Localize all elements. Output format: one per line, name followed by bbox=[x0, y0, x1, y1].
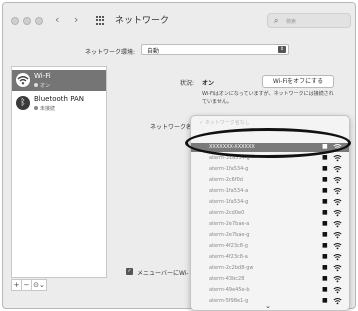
service-list: Wi-Fi オン ᛒ Bluetooth PAN 未接続 bbox=[11, 66, 107, 278]
lock-icon: ■ bbox=[322, 154, 328, 161]
window-title: ネットワーク bbox=[115, 16, 170, 26]
search-field[interactable]: ⌕ 検索 bbox=[267, 13, 351, 28]
back-button[interactable]: ‹ bbox=[55, 13, 59, 26]
network-name: aterm-5f98e1-g bbox=[209, 298, 249, 304]
location-value: 自動 bbox=[147, 48, 160, 55]
status-dot-icon bbox=[34, 106, 38, 110]
network-name: aterm-2cd0e0 bbox=[209, 210, 245, 216]
network-name: aterm-2e7bae-a bbox=[209, 221, 250, 227]
network-list-item[interactable]: aterm-1fa534-g ■ bbox=[191, 198, 349, 207]
status-dot-icon bbox=[34, 83, 38, 87]
lock-icon: ■ bbox=[322, 231, 328, 238]
menubar-checkbox[interactable]: ✓ bbox=[126, 268, 133, 275]
wifi-signal-icon bbox=[333, 286, 342, 294]
network-list-item[interactable]: aterm-2c2bd8-gw ■ bbox=[191, 264, 349, 273]
network-list-item[interactable]: aterm-2e7bae-a ■ bbox=[191, 220, 349, 229]
select-arrows-icon: ⇕ bbox=[278, 46, 286, 53]
wifi-signal-icon bbox=[333, 176, 342, 184]
lock-icon: ■ bbox=[322, 198, 328, 205]
sidebar-item-label: Wi-Fi bbox=[34, 72, 51, 80]
zoom-button[interactable] bbox=[35, 17, 43, 25]
lock-icon: ■ bbox=[322, 297, 328, 304]
turn-wifi-off-button[interactable]: Wi-Fiをオフにする bbox=[262, 75, 334, 88]
search-icon: ⌕ bbox=[274, 16, 279, 25]
network-name: aterm-43bc28 bbox=[209, 276, 245, 282]
wifi-signal-icon bbox=[333, 198, 342, 206]
location-label: ネットワーク環境: bbox=[85, 49, 136, 56]
network-list-item[interactable]: aterm-49e45e-b ■ bbox=[191, 286, 349, 295]
highlight-annotation bbox=[185, 128, 351, 158]
network-list-item[interactable]: aterm-2c6f0d ■ bbox=[191, 176, 349, 185]
bluetooth-icon: ᛒ bbox=[16, 96, 30, 110]
action-menu-button[interactable]: ⊙⌄ bbox=[31, 279, 47, 291]
search-placeholder: 検索 bbox=[286, 19, 297, 25]
network-name: aterm-2c6f0d bbox=[209, 177, 243, 183]
titlebar: ‹ › ネットワーク ⌕ 検索 bbox=[3, 3, 355, 37]
network-name: aterm-49e45e-b bbox=[209, 287, 250, 293]
network-list-item[interactable]: aterm-43bc28 ■ bbox=[191, 275, 349, 284]
network-name: aterm-1fa534-g bbox=[209, 166, 249, 172]
minimize-button[interactable] bbox=[23, 17, 31, 25]
wifi-signal-icon bbox=[333, 297, 342, 305]
sidebar-item-status: 未接続 bbox=[34, 105, 55, 112]
network-list-item[interactable]: aterm-2cd0e0 ■ bbox=[191, 209, 349, 218]
network-name: aterm-1fa534-a bbox=[209, 188, 249, 194]
status-label: 状況: bbox=[180, 80, 195, 87]
wifi-signal-icon bbox=[333, 264, 342, 272]
wifi-icon bbox=[16, 73, 30, 87]
status-text: オン bbox=[40, 83, 51, 89]
show-all-grid-icon[interactable] bbox=[96, 16, 106, 25]
sidebar-item-bluetooth-pan[interactable]: ᛒ Bluetooth PAN 未接続 bbox=[12, 93, 106, 114]
network-name: aterm-2e7bae-g bbox=[209, 232, 250, 238]
lock-icon: ■ bbox=[322, 187, 328, 194]
location-select[interactable]: 自動 ⇕ bbox=[141, 44, 289, 55]
network-name: aterm-4f23c8-a bbox=[209, 254, 248, 260]
network-list-item[interactable]: aterm-1fa534-g ■ bbox=[191, 165, 349, 174]
lock-icon: ■ bbox=[322, 220, 328, 227]
wifi-signal-icon bbox=[333, 220, 342, 228]
network-name: aterm-1fa534-g bbox=[209, 199, 249, 205]
wifi-signal-icon bbox=[333, 154, 342, 162]
scroll-down-icon[interactable]: ⌄ bbox=[265, 302, 271, 310]
status-text: 未接続 bbox=[40, 106, 56, 112]
sidebar-item-label: Bluetooth PAN bbox=[34, 95, 85, 103]
network-name-placeholder[interactable]: ✓ ネットワーク名なし bbox=[199, 119, 250, 126]
close-button[interactable] bbox=[11, 17, 19, 25]
network-list-item[interactable]: aterm-4f23c8-a ■ bbox=[191, 253, 349, 262]
network-name: aterm-2c2bd8-gw bbox=[209, 265, 254, 271]
lock-icon: ■ bbox=[322, 242, 328, 249]
wifi-signal-icon bbox=[333, 275, 342, 283]
lock-icon: ■ bbox=[322, 165, 328, 172]
sidebar-item-status: オン bbox=[34, 82, 50, 89]
network-list-item[interactable]: aterm-1fa534-a ■ bbox=[191, 187, 349, 196]
lock-icon: ■ bbox=[322, 286, 328, 293]
wifi-signal-icon bbox=[333, 209, 342, 217]
wifi-signal-icon bbox=[333, 253, 342, 261]
network-list-item[interactable]: aterm-4f23c8-g ■ bbox=[191, 242, 349, 251]
network-name-label: ネットワーク名 bbox=[150, 124, 193, 131]
sidebar-buttons: + − ⊙⌄ bbox=[11, 279, 107, 291]
sidebar-item-wifi[interactable]: Wi-Fi オン bbox=[12, 70, 106, 91]
wifi-signal-icon bbox=[333, 165, 342, 173]
lock-icon: ■ bbox=[322, 253, 328, 260]
menubar-checkbox-label: メニューバーにWi- bbox=[137, 270, 189, 277]
lock-icon: ■ bbox=[322, 176, 328, 183]
wifi-signal-icon bbox=[333, 242, 342, 250]
wifi-signal-icon bbox=[333, 231, 342, 239]
status-description: Wi-Fiはオンになっていますが、ネットワークには接続されていません。 bbox=[202, 91, 334, 105]
forward-button[interactable]: › bbox=[74, 13, 78, 26]
lock-icon: ■ bbox=[322, 275, 328, 282]
wifi-signal-icon bbox=[333, 187, 342, 195]
network-name: aterm-4f23c8-g bbox=[209, 243, 248, 249]
status-value: オン bbox=[202, 80, 215, 87]
lock-icon: ■ bbox=[322, 264, 328, 271]
network-list-item[interactable]: aterm-2e7bae-g ■ bbox=[191, 231, 349, 240]
lock-icon: ■ bbox=[322, 209, 328, 216]
